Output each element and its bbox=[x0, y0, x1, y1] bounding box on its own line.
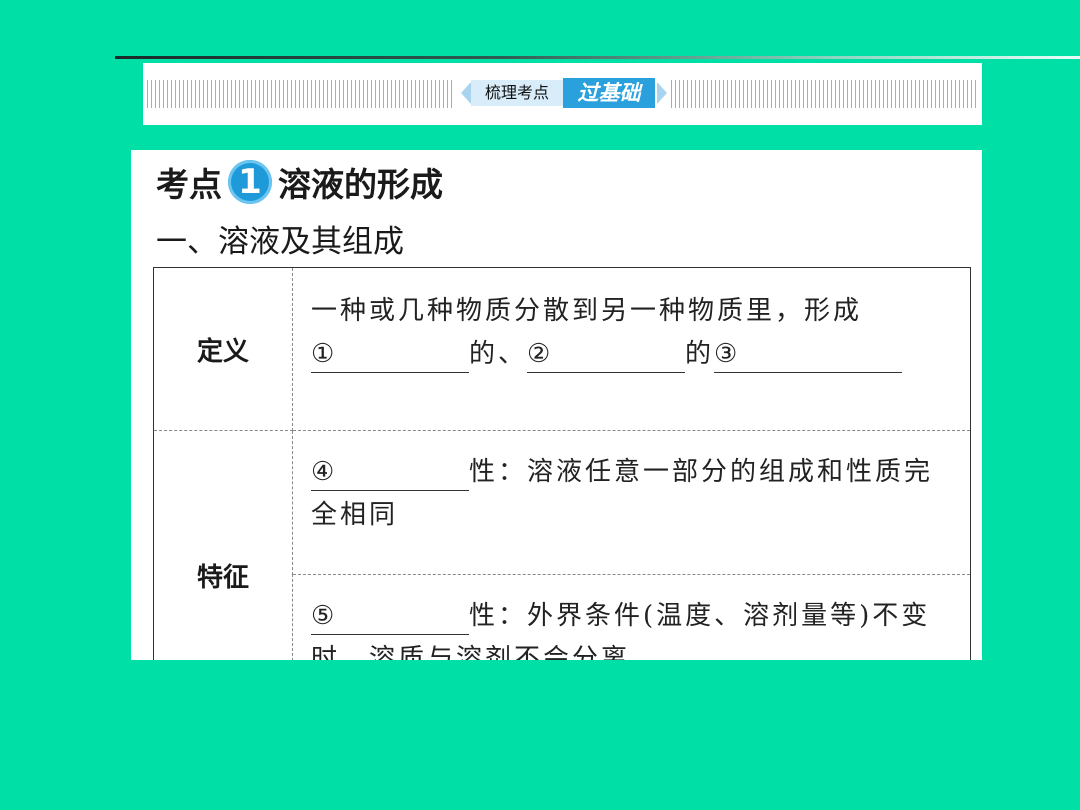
topic-prefix: 考点 bbox=[156, 165, 222, 204]
definition-content: 一种或几种物质分散到另一种物质里，形成 ① 的、② 的③ bbox=[292, 267, 971, 431]
section-subheading: 一、溶液及其组成 bbox=[156, 224, 404, 260]
definition-sep-1: 的、 bbox=[469, 339, 528, 369]
fill-blank-5[interactable]: ⑤ bbox=[311, 598, 469, 635]
fill-blank-4[interactable]: ④ bbox=[311, 454, 469, 491]
top-divider-line bbox=[115, 56, 1080, 59]
banner-stripes-left bbox=[147, 80, 455, 108]
topic-heading: 考点 1 溶液的形成 bbox=[156, 160, 443, 204]
definition-text: 一种或几种物质分散到另一种物质里，形成 bbox=[311, 296, 863, 326]
content-card: 考点 1 溶液的形成 一、溶液及其组成 定义 一种或几种物质分散到另一种物质里，… bbox=[131, 150, 982, 660]
banner-tag-review: 梳理考点 bbox=[471, 80, 563, 106]
banner-tag-basics: 过基础 bbox=[563, 78, 655, 108]
section-banner: 梳理考点 过基础 bbox=[143, 63, 982, 125]
feature-1-content: ④ 性：溶液任意一部分的组成和性质完全相同 bbox=[292, 430, 971, 575]
topic-number-badge: 1 bbox=[228, 160, 272, 204]
fill-blank-1[interactable]: ① bbox=[311, 336, 469, 373]
banner-label: 梳理考点 过基础 bbox=[461, 78, 671, 108]
row-label-definition: 定义 bbox=[153, 267, 293, 431]
fill-blank-3[interactable]: ③ bbox=[714, 336, 903, 373]
feature-2-content: ⑤ 性：外界条件(温度、溶剂量等)不变时，溶质与溶剂不会分离 bbox=[292, 574, 971, 660]
topic-title: 溶液的形成 bbox=[278, 165, 443, 204]
definition-sep-2: 的 bbox=[685, 339, 715, 369]
arrow-left-icon bbox=[461, 82, 471, 104]
table-row-feature-1: 特征 ④ 性：溶液任意一部分的组成和性质完全相同 bbox=[153, 430, 971, 660]
banner-stripes-right bbox=[671, 80, 979, 108]
table-row-definition: 定义 一种或几种物质分散到另一种物质里，形成 ① 的、② 的③ bbox=[153, 267, 971, 431]
arrow-right-icon bbox=[657, 82, 667, 104]
fill-blank-2[interactable]: ② bbox=[527, 336, 686, 373]
knowledge-table: 定义 一种或几种物质分散到另一种物质里，形成 ① 的、② 的③ 特征 ④ 性：溶液任意… bbox=[153, 267, 971, 660]
row-label-features: 特征 bbox=[153, 430, 293, 660]
